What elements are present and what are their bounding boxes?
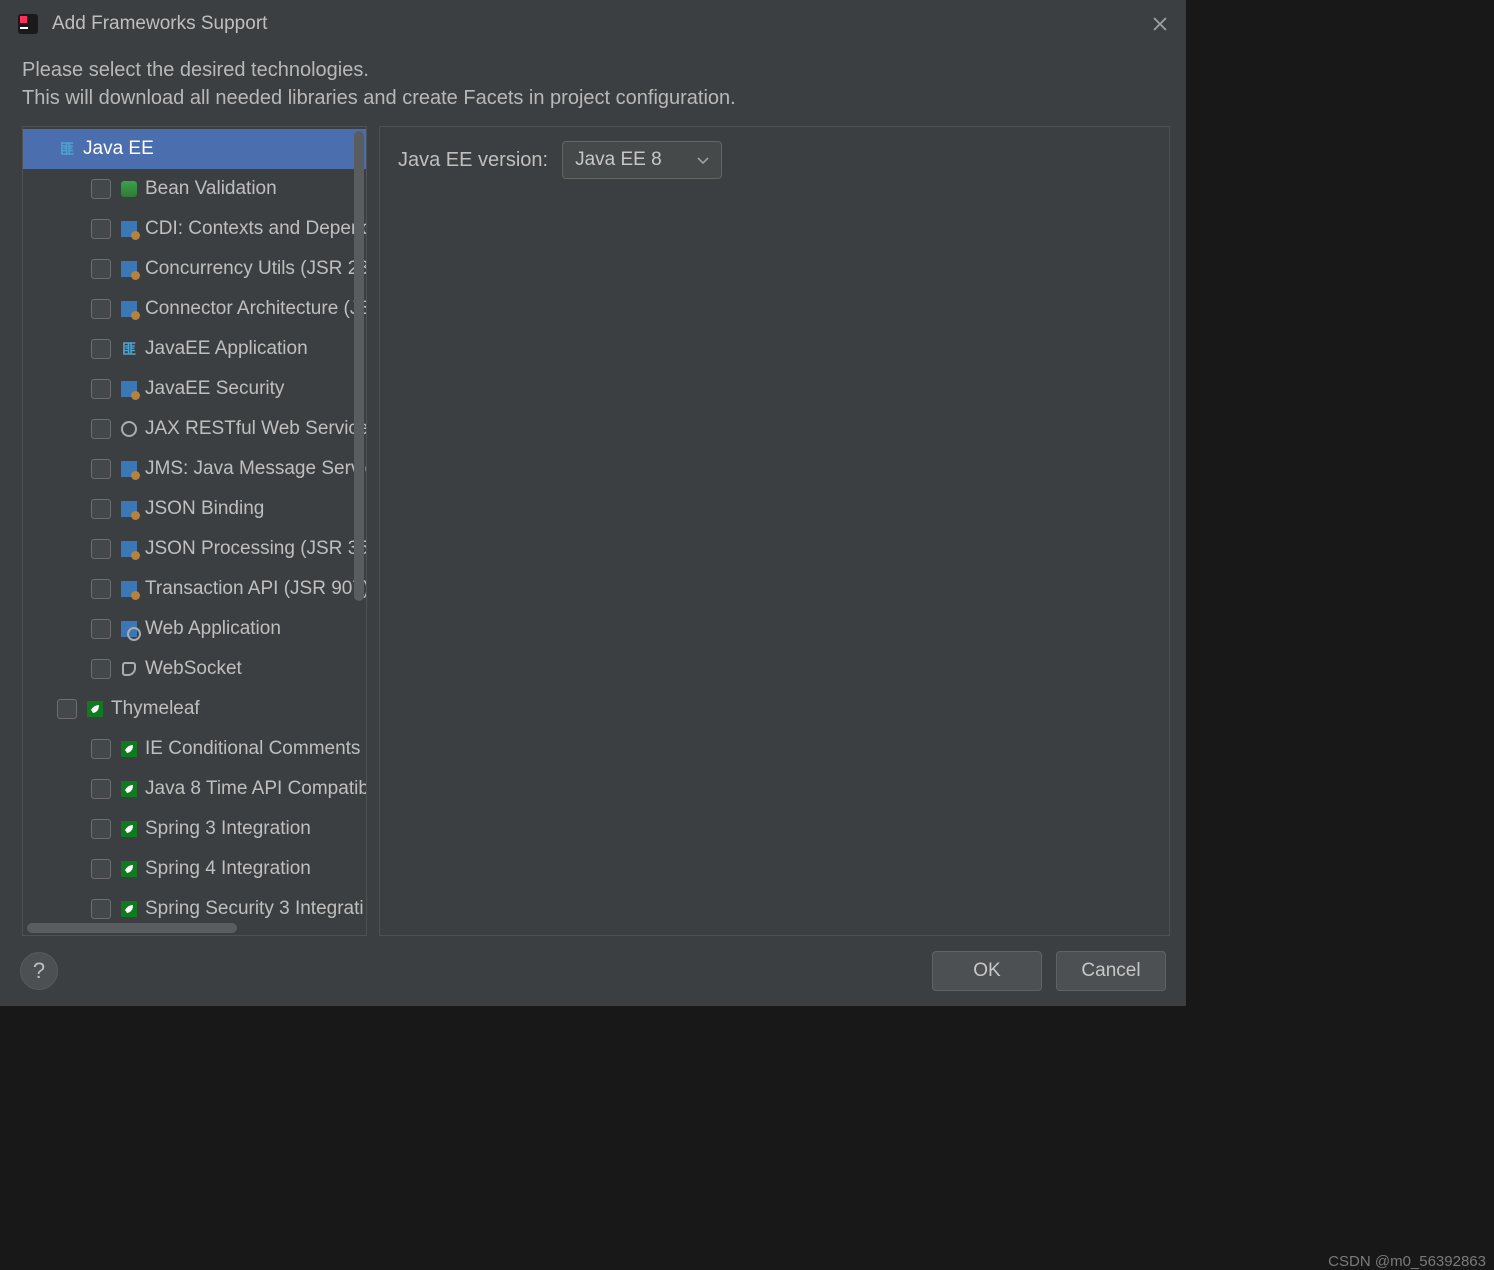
watermark: CSDN @m0_56392863	[1328, 1253, 1486, 1270]
tree-item-transaction-api-jsr-907[interactable]: Transaction API (JSR 907)	[23, 569, 366, 609]
checkbox[interactable]	[91, 379, 111, 399]
javaee-icon: 匪	[119, 339, 139, 359]
checkbox[interactable]	[91, 179, 111, 199]
cube-icon	[119, 219, 139, 239]
tree-item-java-ee[interactable]: 匪 Java EE	[23, 129, 366, 169]
tree-item-spring-3-integration[interactable]: Spring 3 Integration	[23, 809, 366, 849]
tree-item-jax-restful-web-services[interactable]: JAX RESTful Web Services	[23, 409, 366, 449]
tree-item-ie-conditional-comments-s[interactable]: IE Conditional Comments S	[23, 729, 366, 769]
checkbox[interactable]	[91, 859, 111, 879]
bean-icon	[119, 179, 139, 199]
dropdown-value: Java EE 8	[575, 149, 662, 171]
checkbox[interactable]	[91, 579, 111, 599]
tree-item-bean-validation[interactable]: Bean Validation	[23, 169, 366, 209]
intellij-icon	[16, 12, 40, 36]
dialog-title: Add Frameworks Support	[52, 13, 267, 35]
checkbox[interactable]	[91, 459, 111, 479]
close-icon[interactable]	[1150, 14, 1170, 34]
checkbox[interactable]	[91, 539, 111, 559]
cube-icon	[119, 299, 139, 319]
tree-item-web-application[interactable]: Web Application	[23, 609, 366, 649]
tree-item-label: JSON Processing (JSR 353	[145, 538, 366, 560]
horizontal-scrollbar[interactable]	[27, 923, 237, 933]
leaf-icon	[119, 779, 139, 799]
dialog-footer: ? OK Cancel	[0, 936, 1186, 1006]
tree-item-label: Thymeleaf	[111, 698, 200, 720]
cube-icon	[119, 579, 139, 599]
tree-item-label: Concurrency Utils (JSR 236	[145, 258, 366, 280]
tree-item-label: CDI: Contexts and Depend	[145, 218, 366, 240]
tree-item-label: IE Conditional Comments S	[145, 738, 366, 760]
tree-item-label: Transaction API (JSR 907)	[145, 578, 366, 600]
tree-item-spring-4-integration[interactable]: Spring 4 Integration	[23, 849, 366, 889]
tree-item-websocket[interactable]: WebSocket	[23, 649, 366, 689]
tree-item-thymeleaf[interactable]: Thymeleaf	[23, 689, 366, 729]
technologies-tree[interactable]: 匪 Java EE Bean Validation CDI: Contexts and…	[22, 126, 367, 936]
cube-icon	[119, 379, 139, 399]
checkbox[interactable]	[91, 339, 111, 359]
tree-item-label: Java 8 Time API Compatibi	[145, 778, 366, 800]
description: Please select the desired technologies. …	[0, 48, 1186, 118]
sock-icon	[119, 659, 139, 679]
checkbox[interactable]	[91, 899, 111, 919]
leaf-icon	[85, 699, 105, 719]
tree-item-json-processing-jsr-353[interactable]: JSON Processing (JSR 353	[23, 529, 366, 569]
tree-item-javaee-application[interactable]: 匪 JavaEE Application	[23, 329, 366, 369]
leaf-icon	[119, 859, 139, 879]
tree-item-label: Connector Architecture (JS	[145, 298, 366, 320]
tree-item-label: Spring 4 Integration	[145, 858, 311, 880]
checkbox[interactable]	[91, 259, 111, 279]
tree-item-label: Bean Validation	[145, 178, 277, 200]
description-line2: This will download all needed libraries …	[22, 84, 1164, 112]
cancel-button[interactable]: Cancel	[1056, 951, 1166, 991]
checkbox[interactable]	[57, 699, 77, 719]
leaf-icon	[119, 899, 139, 919]
checkbox[interactable]	[91, 619, 111, 639]
ok-button[interactable]: OK	[932, 951, 1042, 991]
checkbox[interactable]	[91, 219, 111, 239]
tree-item-label: JMS: Java Message Service	[145, 458, 366, 480]
tree-item-label: JAX RESTful Web Services	[145, 418, 366, 440]
checkbox[interactable]	[91, 419, 111, 439]
vertical-scrollbar[interactable]	[354, 131, 364, 601]
javaee-version-label: Java EE version:	[398, 149, 548, 172]
tree-item-java-8-time-api-compatibi[interactable]: Java 8 Time API Compatibi	[23, 769, 366, 809]
javaee-version-dropdown[interactable]: Java EE 8	[562, 141, 722, 179]
tree-item-label: Java EE	[83, 138, 154, 160]
cube-icon	[119, 259, 139, 279]
web-icon	[119, 619, 139, 639]
tree-item-javaee-security[interactable]: JavaEE Security	[23, 369, 366, 409]
tree-item-label: Spring 3 Integration	[145, 818, 311, 840]
tree-item-cdi-contexts-and-depend[interactable]: CDI: Contexts and Depend	[23, 209, 366, 249]
checkbox[interactable]	[91, 779, 111, 799]
tree-item-label: JavaEE Application	[145, 338, 308, 360]
leaf-icon	[119, 819, 139, 839]
tree-item-label: Spring Security 3 Integrati	[145, 898, 364, 920]
checkbox[interactable]	[91, 499, 111, 519]
tree-item-connector-architecture-js[interactable]: Connector Architecture (JS	[23, 289, 366, 329]
checkbox[interactable]	[91, 299, 111, 319]
tree-item-label: WebSocket	[145, 658, 242, 680]
tree-item-json-binding[interactable]: JSON Binding	[23, 489, 366, 529]
javaee-icon: 匪	[57, 139, 77, 159]
help-button[interactable]: ?	[20, 952, 58, 990]
tree-item-label: Web Application	[145, 618, 281, 640]
tree-item-label: JSON Binding	[145, 498, 264, 520]
leaf-icon	[119, 739, 139, 759]
details-pane: Java EE version: Java EE 8	[379, 126, 1170, 936]
tree-item-label: JavaEE Security	[145, 378, 284, 400]
titlebar: Add Frameworks Support	[0, 0, 1186, 48]
description-line1: Please select the desired technologies.	[22, 56, 1164, 84]
checkbox[interactable]	[91, 739, 111, 759]
cube-icon	[119, 539, 139, 559]
cube-icon	[119, 459, 139, 479]
tree-item-jms-java-message-service[interactable]: JMS: Java Message Service	[23, 449, 366, 489]
add-frameworks-dialog: Add Frameworks Support Please select the…	[0, 0, 1186, 1006]
chevron-down-icon	[697, 149, 709, 171]
checkbox[interactable]	[91, 659, 111, 679]
tree-item-concurrency-utils-jsr-236[interactable]: Concurrency Utils (JSR 236	[23, 249, 366, 289]
globe-icon	[119, 419, 139, 439]
cube-icon	[119, 499, 139, 519]
checkbox[interactable]	[91, 819, 111, 839]
